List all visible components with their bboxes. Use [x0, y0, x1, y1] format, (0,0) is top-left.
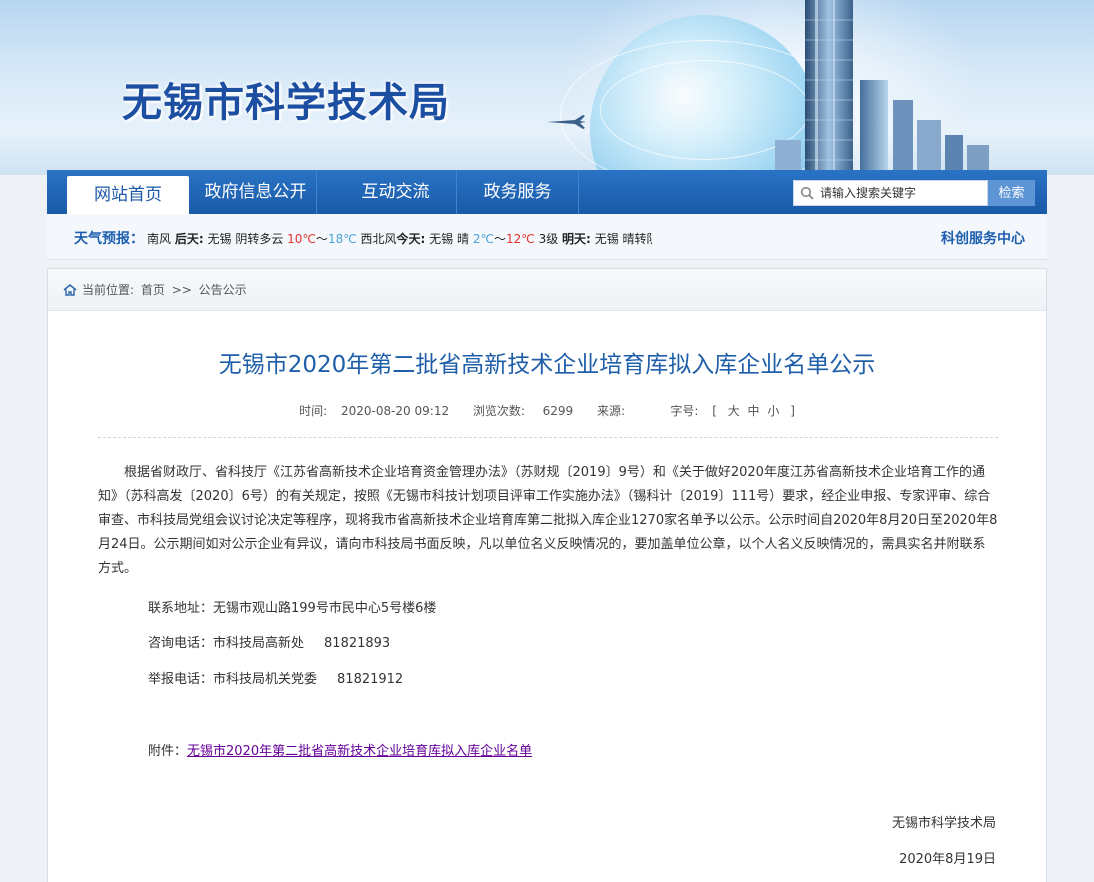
- weather-temp: 12℃: [506, 232, 535, 246]
- consult-dept: 市科技局高新处: [213, 636, 305, 651]
- fontsize-medium-button[interactable]: 中: [748, 404, 760, 418]
- meta-views: 6299: [542, 404, 574, 418]
- breadcrumb-separator: >>: [171, 283, 192, 297]
- sign-date: 2020年8月19日: [899, 852, 996, 867]
- weather-city: 无锡: [207, 232, 232, 246]
- main-nav: 网站首页 政府信息公开 互动交流 政务服务 检索: [47, 170, 1047, 214]
- consult-phone: 81821893: [324, 636, 391, 651]
- breadcrumb-text: 当前位置: 首页 >> 公告公示: [82, 269, 250, 311]
- weather-wind: 西北风: [360, 232, 397, 246]
- weather-city: 无锡: [429, 232, 454, 246]
- weather-temp: 10℃: [287, 232, 316, 246]
- home-icon: [63, 284, 77, 296]
- weather-lead: 南风: [147, 232, 172, 246]
- fontsize-large-button[interactable]: 大: [728, 404, 740, 418]
- meta-time: 2020-08-20 09:12: [340, 404, 450, 418]
- nav-item-services[interactable]: 政务服务: [457, 170, 579, 214]
- weather-condition: 晴: [457, 232, 470, 246]
- attachment-link[interactable]: 无锡市2020年第二批省高新技术企业培育库拟入库企业名单: [187, 744, 532, 759]
- skyline-graphic: [775, 0, 989, 175]
- search-box: [793, 180, 988, 206]
- fontsize-bracket: ]: [790, 404, 795, 418]
- weather-day-label: 后天:: [174, 232, 204, 246]
- nav-item-interaction[interactable]: 互动交流: [335, 170, 457, 214]
- nav-item-home[interactable]: 网站首页: [67, 176, 189, 214]
- weather-condition: 阴转多云: [235, 232, 284, 246]
- weather-day-label: 今天:: [396, 232, 426, 246]
- site-title: 无锡市科学技术局: [122, 80, 450, 126]
- breadcrumb-current-link[interactable]: 公告公示: [199, 283, 247, 297]
- article-body: 根据省财政厅、省科技厅《江苏省高新技术企业培育资金管理办法》（苏财规〔2019〕…: [98, 465, 998, 576]
- weather-temp: 2℃: [472, 232, 494, 246]
- address-label: 联系地址：: [148, 601, 214, 616]
- fontsize-small-button[interactable]: 小: [767, 404, 779, 418]
- service-center-link[interactable]: 科创服务中心: [941, 228, 1025, 248]
- weather-condition: 晴转阴: [622, 232, 652, 246]
- weather-label: 天气预报：: [74, 231, 144, 247]
- report-label: 举报电话：: [148, 672, 214, 687]
- attachment: 附件：无锡市2020年第二批省高新技术企业培育库拟入库企业名单: [148, 740, 532, 759]
- search-button[interactable]: 检索: [988, 180, 1035, 206]
- meta-source-label: 来源:: [596, 404, 626, 418]
- weather-ticker: 南风 后天: 无锡 阴转多云 10℃～18℃ 西北风今天: 无锡 晴 2℃～12…: [147, 230, 652, 247]
- weather-wind-level: 3级: [538, 232, 559, 246]
- report-dept: 市科技局机关党委: [213, 672, 318, 687]
- attachment-label: 附件：: [148, 744, 188, 759]
- meta-time-label: 时间:: [299, 404, 328, 418]
- meta-views-label: 浏览次数:: [472, 404, 525, 418]
- article-title: 无锡市2020年第二批省高新技术企业培育库拟入库企业名单公示: [218, 352, 876, 378]
- airplane-icon: [547, 115, 586, 129]
- report-phone: 81821912: [337, 672, 404, 687]
- weather-temp-sep: ～: [315, 232, 328, 246]
- site-banner: 无锡市科学技术局: [0, 0, 1094, 175]
- search-icon: [800, 186, 814, 200]
- address-value: 无锡市观山路199号市民中心5号楼6楼: [213, 601, 437, 616]
- divider: [98, 437, 998, 438]
- content-panel: 当前位置: 首页 >> 公告公示 无锡市2020年第二批省高新技术企业培育库拟入…: [47, 268, 1047, 882]
- breadcrumb-prefix: 当前位置:: [82, 283, 135, 297]
- weather-bar: 天气预报： 南风 后天: 无锡 阴转多云 10℃～18℃ 西北风今天: 无锡 晴…: [47, 214, 1047, 260]
- nav-item-gov-info[interactable]: 政府信息公开: [195, 170, 317, 214]
- weather-temp-sep: ～: [493, 232, 506, 246]
- fontsize-bracket: [: [712, 404, 717, 418]
- breadcrumb-home-link[interactable]: 首页: [141, 283, 165, 297]
- weather-temp: 18℃: [327, 232, 357, 246]
- meta-fontsize-label: 字号:: [670, 404, 699, 418]
- weather-day-label: 明天:: [562, 232, 591, 246]
- contact-report: 举报电话：市科技局机关党委 81821912: [148, 668, 403, 687]
- contact-address: 联系地址：无锡市观山路199号市民中心5号楼6楼: [148, 597, 436, 616]
- weather-city: 无锡: [594, 232, 619, 246]
- contact-consult: 咨询电话：市科技局高新处 81821893: [148, 632, 390, 651]
- search-input[interactable]: [820, 183, 985, 203]
- consult-label: 咨询电话：: [148, 636, 214, 651]
- article-meta: 时间: 2020-08-20 09:12 浏览次数: 6299 来源: 字号: …: [48, 402, 1046, 419]
- breadcrumb: 当前位置: 首页 >> 公告公示: [48, 269, 1046, 311]
- signer: 无锡市科学技术局: [891, 816, 996, 831]
